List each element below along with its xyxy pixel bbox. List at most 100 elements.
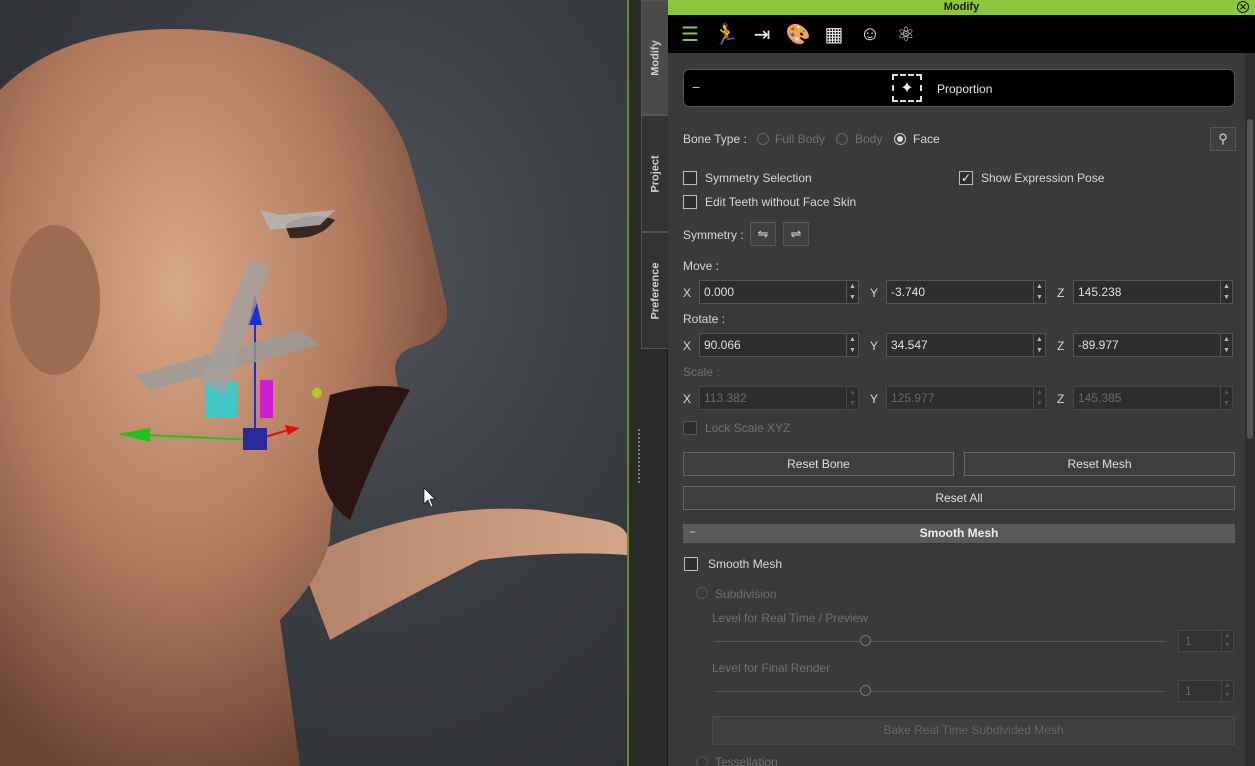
radio-full-body[interactable] — [757, 133, 769, 145]
move-x-input[interactable]: 0.000 ▲ ▼ — [699, 280, 859, 304]
viewport-scene — [0, 29, 628, 766]
level-final-label: Level for Final Render — [712, 661, 831, 675]
scale-x-input: 113.382 ▲ ▼ — [699, 386, 859, 410]
panel-titlebar: Modify ✕ — [668, 0, 1255, 15]
rotate-z-input[interactable]: -89.977 ▲ ▼ — [1073, 333, 1233, 357]
panel-scrollbar[interactable] — [1245, 53, 1255, 766]
bone-picker-icon[interactable]: ⚲ — [1210, 127, 1236, 151]
tab-project-label: Project — [649, 154, 662, 193]
head-icon[interactable]: ☺ — [852, 17, 888, 51]
move-y-value: -3.740 — [891, 285, 926, 299]
smooth-mesh-title: Smooth Mesh — [919, 526, 999, 540]
scale-x-value: 113.382 — [704, 391, 747, 405]
move-y-stepper[interactable]: ▲ ▼ — [1033, 281, 1045, 303]
symmetry-label: Symmetry : — [683, 228, 744, 242]
bake-subdivided-mesh-button: Bake Real Time Subdivided Mesh — [712, 716, 1235, 745]
level-final-value: 1 — [1185, 684, 1192, 698]
level-final-slider — [714, 691, 1166, 692]
tessellation-label: Tessellation — [715, 755, 778, 766]
symmetry-selection-checkbox[interactable] — [683, 171, 697, 185]
attribute-sliders-icon[interactable]: ☰ — [672, 17, 708, 51]
reset-mesh-button[interactable]: Reset Mesh — [964, 452, 1235, 476]
smooth-mesh-checkbox[interactable] — [684, 557, 698, 571]
edit-teeth-checkbox[interactable] — [683, 195, 697, 209]
proportion-icon: ✦ — [892, 74, 922, 102]
scale-z-axis: Z — [1057, 392, 1065, 406]
radio-full-body-label: Full Body — [775, 132, 826, 146]
show-expression-pose-label: Show Expression Pose — [981, 171, 1105, 185]
mouth-shape — [318, 386, 410, 520]
texture-checker-icon[interactable]: ▦ — [816, 17, 852, 51]
radio-face-label: Face — [913, 132, 940, 146]
scrollbar-thumb[interactable] — [1247, 119, 1253, 439]
3d-viewport[interactable] — [0, 0, 628, 766]
rotate-x-value: 90.066 — [704, 338, 741, 352]
rotate-z-axis: Z — [1057, 339, 1065, 353]
reset-all-button[interactable]: Reset All — [683, 486, 1235, 510]
move-z-value: 145.238 — [1078, 285, 1122, 299]
lock-scale-label: Lock Scale XYZ — [705, 421, 791, 435]
rotate-z-value: -89.977 — [1078, 338, 1119, 352]
move-z-input[interactable]: 145.238 ▲ ▼ — [1073, 280, 1233, 304]
level-realtime-value: 1 — [1185, 634, 1192, 648]
radio-subdivision — [696, 587, 708, 599]
smooth-mesh-header[interactable]: − Smooth Mesh — [683, 524, 1235, 543]
move-y-input[interactable]: -3.740 ▲ ▼ — [886, 280, 1046, 304]
level-final-input: 1 ▲ ▼ — [1178, 680, 1234, 702]
move-label: Move : — [683, 259, 720, 273]
mouse-cursor — [423, 487, 436, 508]
physics-atom-icon[interactable]: ⚛ — [888, 17, 924, 51]
level-realtime-knob — [860, 635, 871, 646]
radio-body[interactable] — [836, 133, 848, 145]
rotate-x-input[interactable]: 90.066 ▲ ▼ — [699, 333, 859, 357]
lock-scale-checkbox — [683, 421, 697, 435]
radio-face[interactable] — [894, 133, 906, 145]
resize-grip[interactable] — [637, 428, 641, 484]
proportion-header[interactable]: − ✦ Proportion — [683, 69, 1235, 107]
radio-body-label: Body — [855, 132, 883, 146]
level-realtime-label: Level for Real Time / Preview — [712, 611, 869, 625]
scale-y-value: 125.977 — [891, 391, 935, 405]
rotate-y-value: 34.547 — [891, 338, 928, 352]
rotate-z-stepper[interactable]: ▲ ▼ — [1220, 334, 1232, 356]
move-x-axis: X — [683, 286, 692, 300]
rotate-y-stepper[interactable]: ▲ ▼ — [1033, 334, 1045, 356]
move-y-axis: Y — [870, 286, 879, 300]
symmetry-selection-label: Symmetry Selection — [705, 171, 812, 185]
motion-icon[interactable]: 🏃 — [708, 17, 744, 51]
move-x-value: 0.000 — [704, 285, 735, 299]
proportion-label: Proportion — [937, 82, 993, 96]
tab-preference[interactable]: Preference — [641, 232, 669, 349]
rotate-x-stepper[interactable]: ▲ ▼ — [846, 334, 858, 356]
scale-z-stepper: ▲ ▼ — [1220, 387, 1232, 409]
move-x-stepper[interactable]: ▲ ▼ — [846, 281, 858, 303]
close-icon[interactable]: ✕ — [1237, 1, 1249, 13]
rotate-x-axis: X — [683, 339, 692, 353]
move-z-axis: Z — [1057, 286, 1065, 300]
scale-y-stepper: ▲ ▼ — [1033, 387, 1045, 409]
side-tab-bar: Modify Project Preference — [629, 0, 669, 766]
rotate-y-input[interactable]: 34.547 ▲ ▼ — [886, 333, 1046, 357]
subdivision-label: Subdivision — [715, 587, 777, 601]
scale-z-input: 145.385 ▲ ▼ — [1073, 386, 1233, 410]
rotate-label: Rotate : — [683, 312, 726, 326]
reset-bone-button[interactable]: Reset Bone — [683, 452, 954, 476]
scale-label: Scale : — [683, 365, 720, 379]
proportion-collapse[interactable]: − — [692, 79, 700, 95]
scale-x-axis: X — [683, 392, 692, 406]
tab-modify[interactable]: Modify — [641, 0, 669, 115]
level-realtime-input: 1 ▲ ▼ — [1178, 630, 1234, 652]
modify-panel: Modify ✕ ☰ 🏃 ⇥ 🎨 ▦ ☺ ⚛ − ✦ Proportion Bo… — [668, 0, 1255, 766]
edit-teeth-label: Edit Teeth without Face Skin — [705, 195, 857, 209]
morph-icon[interactable]: ⇥ — [744, 17, 780, 51]
show-expression-pose-checkbox[interactable]: ✓ — [959, 171, 973, 185]
tab-modify-label: Modify — [649, 39, 662, 76]
tab-project[interactable]: Project — [641, 115, 669, 232]
move-z-stepper[interactable]: ▲ ▼ — [1220, 281, 1232, 303]
mirror-right-to-left-icon[interactable]: ⇌ — [783, 222, 809, 246]
material-palette-icon[interactable]: 🎨 — [780, 17, 816, 51]
radio-tessellation — [696, 756, 708, 766]
level-final-stepper: ▲ ▼ — [1221, 681, 1233, 701]
panel-title: Modify — [943, 1, 980, 13]
mirror-left-to-right-icon[interactable]: ⇋ — [750, 222, 776, 246]
